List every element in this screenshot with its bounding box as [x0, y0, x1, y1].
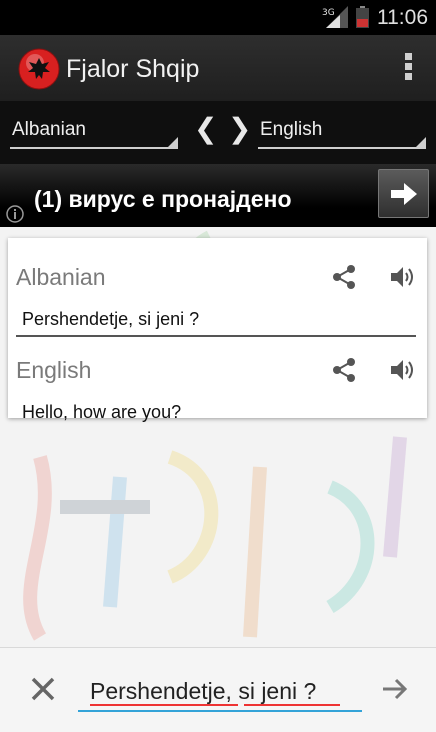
target-language-heading: English — [16, 357, 92, 383]
dropdown-triangle-icon — [416, 137, 426, 147]
source-text: Pershendetje, si jeni ? — [22, 309, 200, 329]
input-bar: Pershendetje, si jeni ? — [0, 647, 436, 732]
card-divider — [16, 335, 416, 337]
source-language-heading: Albanian — [16, 264, 106, 290]
clear-icon[interactable] — [30, 676, 56, 702]
text-input[interactable]: Pershendetje, si jeni ? — [78, 672, 362, 712]
signal-3g-icon: 3G — [322, 6, 348, 28]
ad-banner[interactable]: (1) вирус е пронајдено — [0, 164, 436, 227]
action-bar: Fjalor Shqip — [0, 35, 436, 101]
ad-action-button[interactable] — [378, 169, 429, 218]
spellcheck-underline — [90, 704, 238, 706]
network-type: 3G — [322, 8, 335, 18]
info-icon[interactable] — [6, 205, 24, 223]
language-bar: Albanian English — [0, 101, 436, 164]
speaker-icon[interactable] — [389, 357, 415, 383]
ad-text[interactable]: (1) вирус е пронајдено — [34, 186, 292, 213]
battery-icon — [356, 6, 369, 28]
status-bar: 3G 11:06 — [0, 0, 436, 35]
source-language-label: Albanian — [12, 119, 86, 140]
overflow-menu-icon[interactable] — [402, 53, 414, 85]
translate-arrow-icon[interactable] — [380, 676, 410, 702]
swap-right-chevron-icon[interactable]: ❯ — [228, 112, 251, 145]
target-language-label: English — [260, 119, 323, 140]
spellcheck-underline — [244, 704, 340, 706]
source-language-spinner[interactable]: Albanian — [10, 115, 178, 149]
share-icon[interactable] — [331, 357, 357, 383]
clock: 11:06 — [377, 6, 428, 29]
content-area: Albanian Pershendetje, si jeni ? English… — [0, 227, 436, 647]
translation-card: Albanian Pershendetje, si jeni ? English… — [8, 238, 427, 422]
speaker-icon[interactable] — [389, 264, 415, 290]
albania-flag-logo-icon — [18, 48, 60, 90]
text-input-value[interactable]: Pershendetje, si jeni ? — [90, 678, 316, 705]
target-language-spinner[interactable]: English — [258, 115, 426, 149]
arrow-right-icon — [391, 183, 417, 205]
swap-left-chevron-icon[interactable]: ❮ — [194, 112, 217, 145]
share-icon[interactable] — [331, 264, 357, 290]
app-title: Fjalor Shqip — [66, 55, 200, 83]
dropdown-triangle-icon — [168, 137, 178, 147]
target-text: Hello, how are you? — [22, 402, 182, 422]
